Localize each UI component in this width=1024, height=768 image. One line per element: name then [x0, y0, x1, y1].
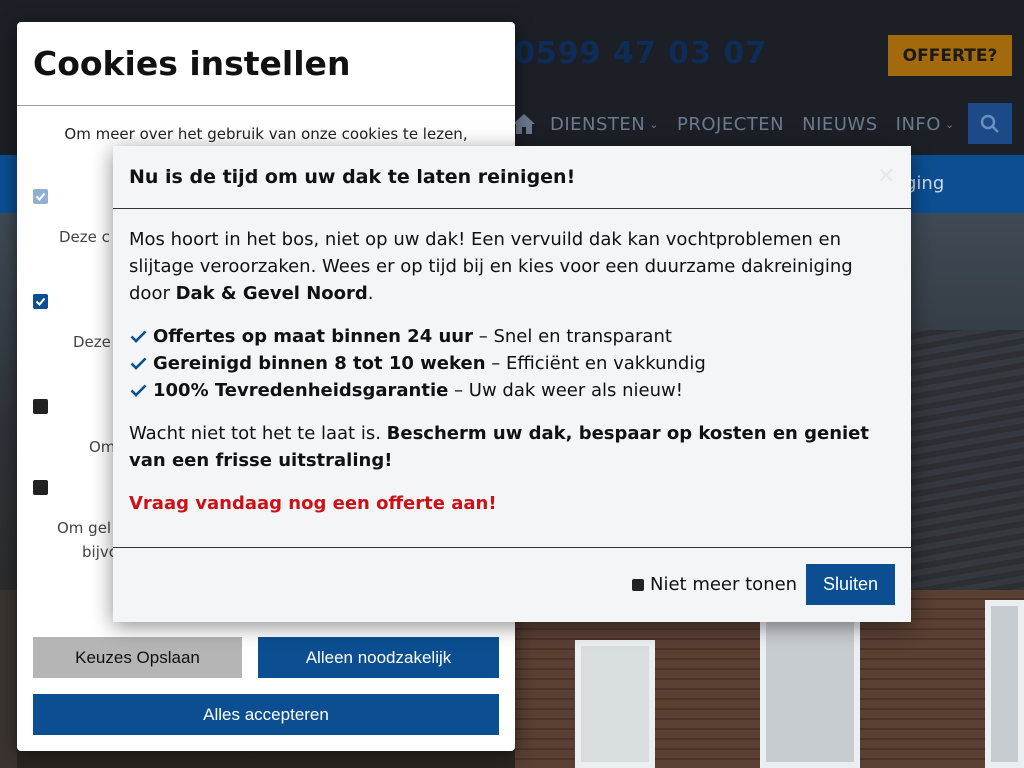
- cookie-category-desc: Om: [89, 438, 116, 456]
- house-window: [985, 600, 1024, 768]
- modal-closing: Wacht niet tot het te laat is. Bescherm …: [129, 420, 899, 474]
- home-icon[interactable]: [512, 111, 538, 137]
- intro-end: .: [367, 283, 374, 304]
- nav-label: PROJECTEN: [676, 113, 785, 135]
- nav-item-projecten[interactable]: PROJECTEN: [677, 114, 784, 135]
- modal-intro: Mos hoort in het bos, niet op uw dak! Ee…: [129, 226, 899, 307]
- nav-label: NIEUWS: [802, 113, 878, 135]
- nav-label: INFO: [895, 113, 941, 135]
- phone-number[interactable]: 0599 47 03 07: [514, 36, 767, 71]
- main-nav: DIENSTEN ⌄ PROJECTEN NIEUWS INFO ⌄: [512, 108, 973, 140]
- cookie-category-desc: Deze c: [59, 228, 110, 246]
- search-icon: [980, 114, 999, 133]
- offer-button[interactable]: OFFERTE?: [888, 35, 1012, 76]
- modal-title: Nu is de tijd om uw dak te laten reinige…: [129, 166, 576, 188]
- modal-body: Mos hoort in het bos, niet op uw dak! Ee…: [129, 226, 899, 533]
- benefit-title: 100% Tevredenheidsgarantie: [153, 380, 449, 401]
- call-to-action: Vraag vandaag nog een offerte aan!: [129, 493, 497, 514]
- dont-show-again-checkbox[interactable]: Niet meer tonen: [632, 574, 797, 595]
- check-icon: [129, 357, 147, 370]
- house-window: [575, 640, 655, 768]
- benefit-title: Gereinigd binnen 8 tot 10 weken: [153, 353, 486, 374]
- list-item: Gereinigd binnen 8 tot 10 weken – Effici…: [129, 350, 899, 377]
- cookie-category-checkbox-functional: [33, 189, 48, 204]
- benefits-list: Offertes op maat binnen 24 uur – Snel en…: [129, 323, 899, 404]
- list-item: 100% Tevredenheidsgarantie – Uw dak weer…: [129, 377, 899, 404]
- save-choices-button[interactable]: Keuzes Opslaan: [33, 637, 242, 678]
- benefit-title: Offertes op maat binnen 24 uur: [153, 326, 473, 347]
- house-window: [760, 615, 860, 768]
- close-icon[interactable]: ✕: [877, 164, 895, 189]
- divider: [113, 547, 911, 548]
- only-necessary-button[interactable]: Alleen noodzakelijk: [258, 637, 499, 678]
- accept-all-button[interactable]: Alles accepteren: [33, 694, 499, 735]
- chevron-down-icon: ⌄: [944, 117, 955, 131]
- list-item: Offertes op maat binnen 24 uur – Snel en…: [129, 323, 899, 350]
- checkbox-box[interactable]: [632, 578, 644, 591]
- dont-show-label: Niet meer tonen: [650, 574, 798, 595]
- chevron-down-icon: ⌄: [649, 117, 659, 131]
- check-icon: [129, 330, 147, 343]
- promo-modal: Nu is de tijd om uw dak te laten reinige…: [113, 146, 911, 622]
- hero-edge: [0, 590, 17, 768]
- close-button[interactable]: Sluiten: [806, 564, 895, 605]
- nav-item-info[interactable]: INFO ⌄: [896, 114, 955, 135]
- cookie-category-checkbox-analytics[interactable]: [33, 294, 48, 309]
- cookie-category-checkbox-other[interactable]: [33, 480, 48, 495]
- divider: [113, 208, 911, 209]
- cookie-category-checkbox-marketing[interactable]: [33, 399, 48, 414]
- nav-item-diensten[interactable]: DIENSTEN ⌄: [550, 114, 659, 135]
- search-button[interactable]: [968, 103, 1012, 144]
- cookie-category-desc: Deze: [73, 333, 111, 351]
- nav-label: DIENSTEN: [550, 113, 646, 135]
- benefit-text: – Uw dak weer als nieuw!: [448, 380, 683, 401]
- check-icon: [129, 384, 147, 397]
- cookie-category-desc: Om gel: [57, 519, 112, 537]
- benefit-text: – Efficiënt en vakkundig: [485, 353, 706, 374]
- cookie-title: Cookies instellen: [33, 44, 351, 83]
- closing-text: Wacht niet tot het te laat is.: [129, 423, 387, 444]
- divider: [17, 105, 515, 106]
- company-name: Dak & Gevel Noord: [175, 283, 368, 304]
- nav-item-nieuws[interactable]: NIEUWS: [802, 114, 878, 135]
- benefit-text: – Snel en transparant: [473, 326, 672, 347]
